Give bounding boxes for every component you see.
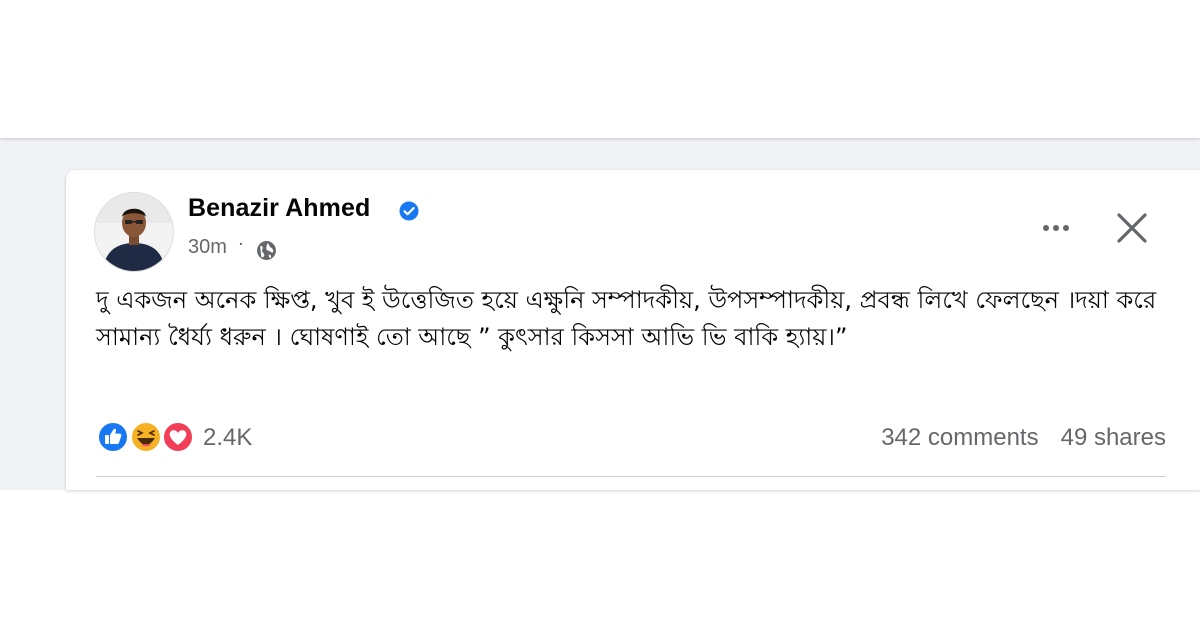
close-button[interactable] <box>1110 206 1154 250</box>
love-icon <box>162 421 194 453</box>
avatar[interactable] <box>94 192 174 272</box>
like-icon <box>97 421 129 453</box>
post-body-text: দু একজন অনেক ক্ষিপ্ত, খুব ই উত্তেজিত হয়… <box>96 286 1157 351</box>
meta-separator: · <box>238 234 244 255</box>
divider <box>96 476 1166 477</box>
author-name[interactable]: Benazir Ahmed <box>188 194 370 223</box>
globe-icon[interactable] <box>256 240 277 261</box>
post-card: Benazir Ahmed 30m · দু একজন অনেক ক্ষিপ্ত… <box>66 170 1200 490</box>
previous-post-card <box>0 0 1200 138</box>
comments-count[interactable]: 342 comments <box>881 424 1038 451</box>
reaction-count[interactable]: 2.4K <box>203 424 252 452</box>
page: Benazir Ahmed 30m · দু একজন অনেক ক্ষিপ্ত… <box>0 0 1200 630</box>
close-icon <box>1117 213 1147 243</box>
shares-count[interactable]: 49 shares <box>1061 424 1166 451</box>
haha-icon <box>130 421 162 453</box>
reaction-icons[interactable] <box>96 420 196 454</box>
post-stats: 342 comments 49 shares <box>881 424 1166 452</box>
more-options-button[interactable] <box>1034 210 1078 246</box>
verified-badge-icon <box>399 201 419 221</box>
post-timestamp[interactable]: 30m <box>188 236 227 259</box>
